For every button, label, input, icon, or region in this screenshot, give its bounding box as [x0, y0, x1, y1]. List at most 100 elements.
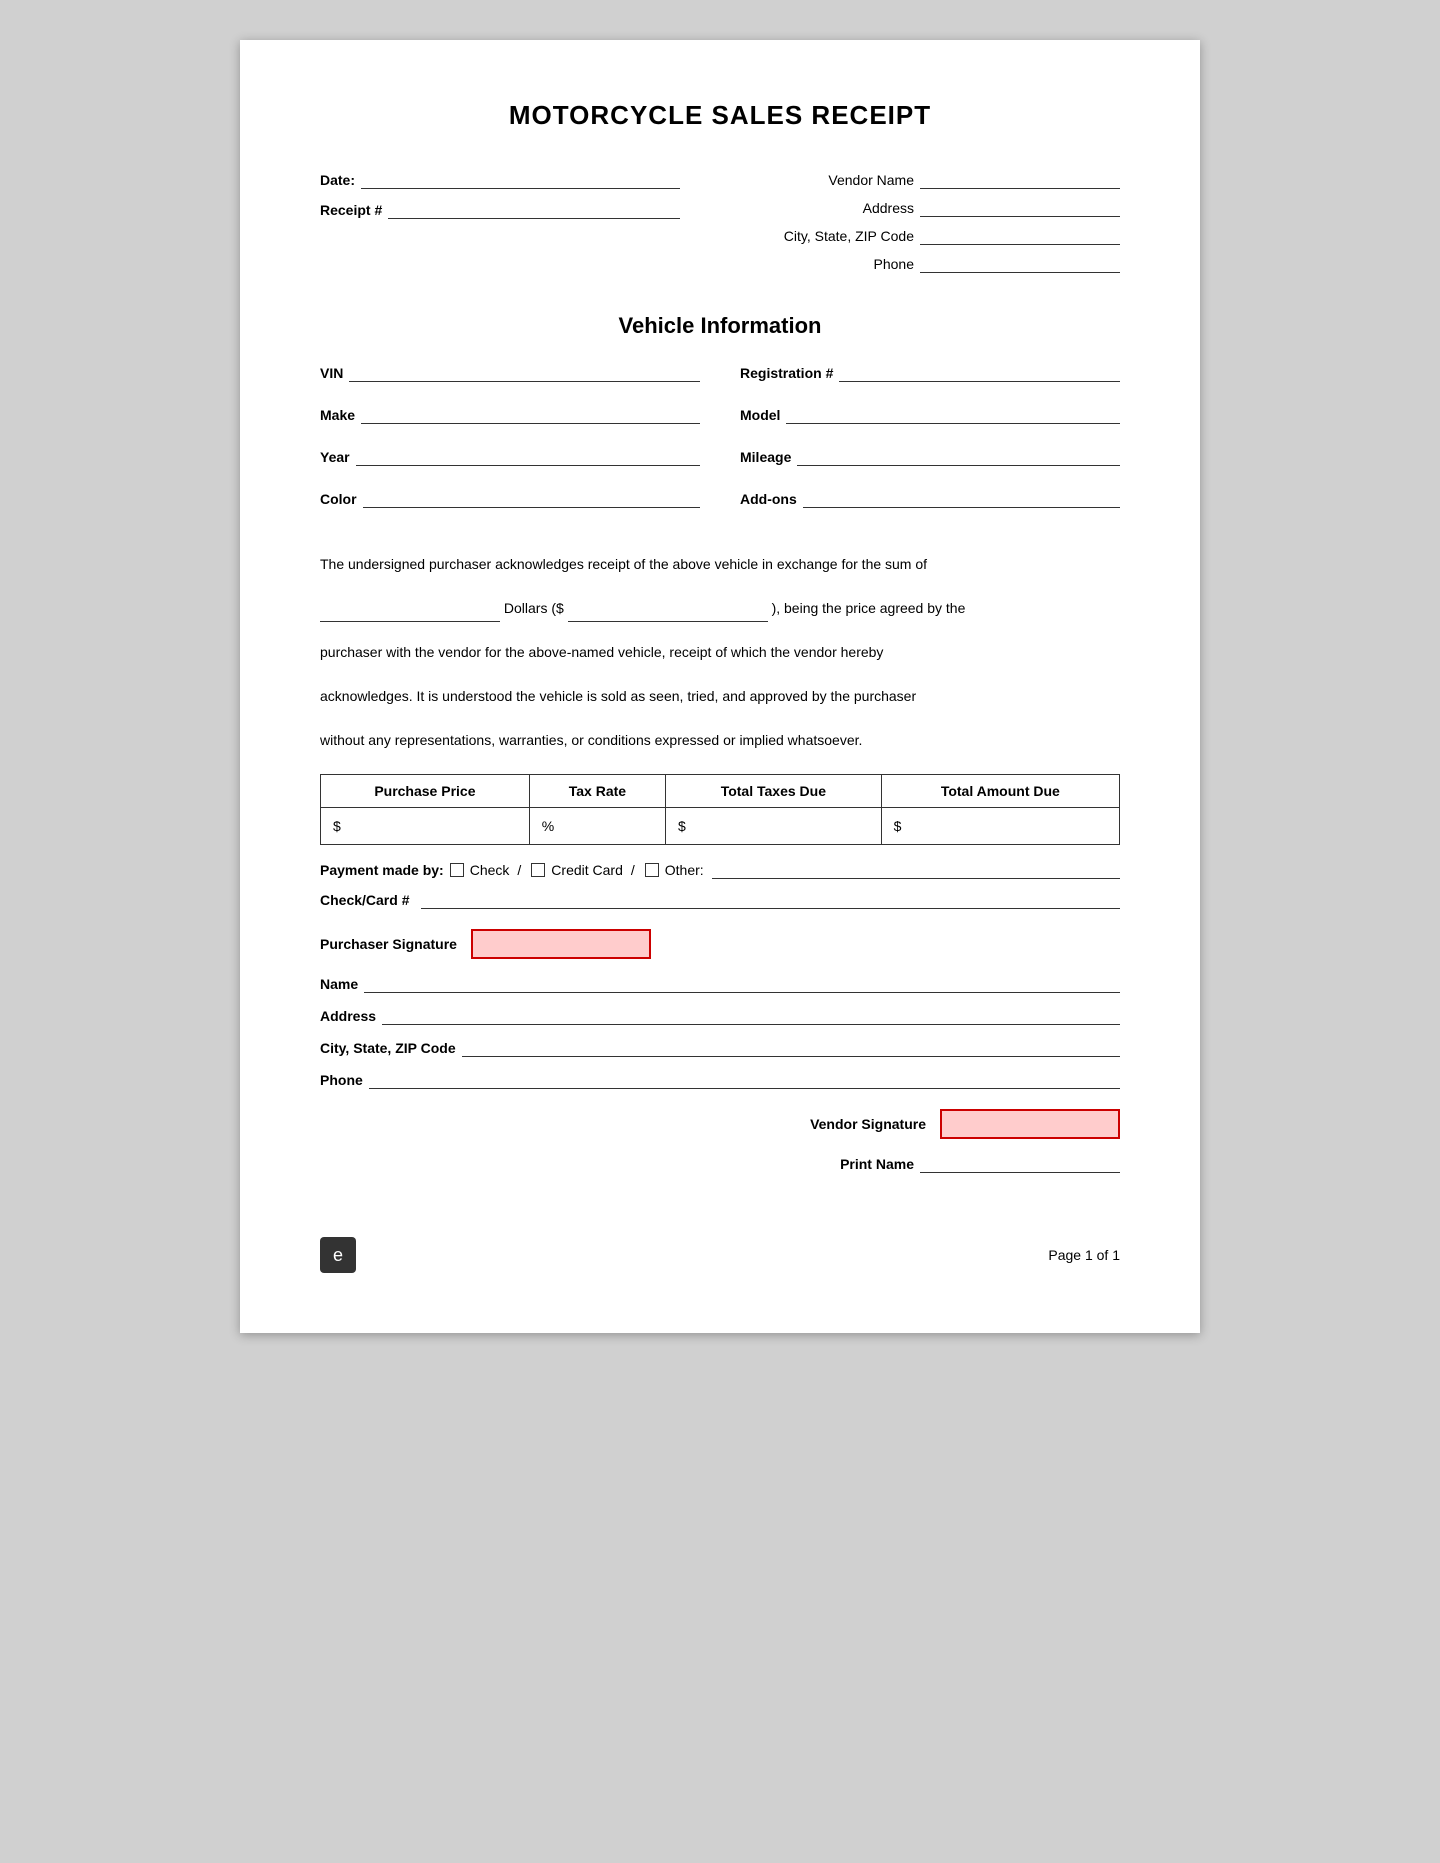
purchaser-city-label: City, State, ZIP Code: [320, 1040, 456, 1056]
table-row: $ % $ $: [321, 808, 1120, 845]
vendor-name-row: Vendor Name: [720, 171, 1120, 189]
paragraph-line1: The undersigned purchaser acknowledges r…: [320, 550, 1120, 578]
vendor-print-name-field[interactable]: [920, 1155, 1120, 1173]
amount-words-field[interactable]: [320, 604, 500, 622]
date-field[interactable]: [361, 171, 680, 189]
footer: e Page 1 of 1: [320, 1227, 1120, 1273]
purchaser-address-label: Address: [320, 1008, 376, 1024]
right-top: Vendor Name Address City, State, ZIP Cod…: [720, 171, 1120, 283]
date-row: Date:: [320, 171, 680, 189]
col-purchase-price: Purchase Price: [321, 775, 530, 808]
card-number-label: Check/Card #: [320, 892, 409, 908]
registration-label: Registration #: [740, 365, 833, 381]
check-label: Check: [470, 862, 510, 878]
brand-icon-letter: e: [333, 1245, 343, 1266]
vendor-city-field[interactable]: [920, 227, 1120, 245]
color-row: Color: [320, 490, 700, 508]
top-section: Date: Receipt # Vendor Name Address City…: [320, 171, 1120, 283]
card-number-field[interactable]: [421, 891, 1120, 909]
vendor-print-name-row: Print Name: [840, 1155, 1120, 1173]
vehicle-grid: VIN Registration # Make Model Year Milea…: [320, 364, 1120, 520]
col-total-amount: Total Amount Due: [881, 775, 1119, 808]
vin-field[interactable]: [349, 364, 700, 382]
year-label: Year: [320, 449, 350, 465]
purchase-price-cell[interactable]: $: [321, 808, 530, 845]
vendor-address-label: Address: [863, 200, 914, 216]
paragraph-line5: without any representations, warranties,…: [320, 726, 1120, 754]
color-label: Color: [320, 491, 357, 507]
year-field[interactable]: [356, 448, 700, 466]
vendor-print-name-label: Print Name: [840, 1156, 914, 1172]
addons-label: Add-ons: [740, 491, 797, 507]
other-checkbox[interactable]: [645, 863, 659, 877]
vendor-city-label: City, State, ZIP Code: [784, 228, 914, 244]
purchaser-section: Purchaser Signature Name Address City, S…: [320, 929, 1120, 1089]
model-field[interactable]: [786, 406, 1120, 424]
mileage-row: Mileage: [740, 448, 1120, 466]
purchaser-signature-label: Purchaser Signature: [320, 936, 457, 952]
purchaser-city-row: City, State, ZIP Code: [320, 1039, 1120, 1057]
payment-made-by-label: Payment made by:: [320, 862, 444, 878]
vendor-name-label: Vendor Name: [828, 172, 914, 188]
purchaser-city-field[interactable]: [462, 1039, 1120, 1057]
vendor-phone-label: Phone: [874, 256, 914, 272]
vendor-city-row: City, State, ZIP Code: [720, 227, 1120, 245]
model-label: Model: [740, 407, 780, 423]
paragraph-line3: purchaser with the vendor for the above-…: [320, 638, 1120, 666]
make-row: Make: [320, 406, 700, 424]
receipt-row: Receipt #: [320, 201, 680, 219]
vendor-phone-row: Phone: [720, 255, 1120, 273]
vendor-address-field[interactable]: [920, 199, 1120, 217]
receipt-field[interactable]: [388, 201, 680, 219]
model-row: Model: [740, 406, 1120, 424]
check-checkbox[interactable]: [450, 863, 464, 877]
purchaser-name-label: Name: [320, 976, 358, 992]
vendor-address-row: Address: [720, 199, 1120, 217]
addons-row: Add-ons: [740, 490, 1120, 508]
vendor-signature-box[interactable]: [940, 1109, 1120, 1139]
purchaser-signature-row: Purchaser Signature: [320, 929, 1120, 959]
vendor-signature-row: Vendor Signature: [810, 1109, 1120, 1139]
mileage-field[interactable]: [797, 448, 1120, 466]
make-field[interactable]: [361, 406, 700, 424]
payment-method-row: Payment made by: Check / Credit Card / O…: [320, 861, 1120, 879]
make-label: Make: [320, 407, 355, 423]
payment-section: Payment made by: Check / Credit Card / O…: [320, 861, 1120, 909]
price-table: Purchase Price Tax Rate Total Taxes Due …: [320, 774, 1120, 845]
registration-row: Registration #: [740, 364, 1120, 382]
col-tax-rate: Tax Rate: [529, 775, 665, 808]
purchaser-name-field[interactable]: [364, 975, 1120, 993]
tax-rate-cell[interactable]: %: [529, 808, 665, 845]
purchaser-address-field[interactable]: [382, 1007, 1120, 1025]
agreement-paragraph: The undersigned purchaser acknowledges r…: [320, 550, 1120, 754]
registration-field[interactable]: [839, 364, 1120, 382]
purchaser-name-row: Name: [320, 975, 1120, 993]
color-field[interactable]: [363, 490, 700, 508]
purchaser-signature-box[interactable]: [471, 929, 651, 959]
purchaser-address-row: Address: [320, 1007, 1120, 1025]
date-label: Date:: [320, 172, 355, 188]
paragraph-line2: Dollars ($ ), being the price agreed by …: [320, 594, 1120, 622]
page-title: MOTORCYCLE SALES RECEIPT: [320, 100, 1120, 131]
other-field[interactable]: [712, 861, 1120, 879]
purchaser-phone-field[interactable]: [369, 1071, 1120, 1089]
vendor-section: Vendor Signature Print Name: [320, 1109, 1120, 1187]
page-number: Page 1 of 1: [1048, 1247, 1120, 1263]
year-row: Year: [320, 448, 700, 466]
vin-label: VIN: [320, 365, 343, 381]
receipt-label: Receipt #: [320, 202, 382, 218]
vendor-signature-label: Vendor Signature: [810, 1116, 926, 1132]
left-top: Date: Receipt #: [320, 171, 680, 283]
brand-icon: e: [320, 1237, 356, 1273]
credit-card-checkbox[interactable]: [531, 863, 545, 877]
receipt-page: MOTORCYCLE SALES RECEIPT Date: Receipt #…: [240, 40, 1200, 1333]
addons-field[interactable]: [803, 490, 1120, 508]
paragraph-line4: acknowledges. It is understood the vehic…: [320, 682, 1120, 710]
total-taxes-cell[interactable]: $: [666, 808, 882, 845]
card-number-row: Check/Card #: [320, 891, 1120, 909]
other-label: Other:: [665, 862, 704, 878]
vendor-name-field[interactable]: [920, 171, 1120, 189]
total-amount-cell[interactable]: $: [881, 808, 1119, 845]
vendor-phone-field[interactable]: [920, 255, 1120, 273]
amount-numbers-field[interactable]: [568, 604, 768, 622]
